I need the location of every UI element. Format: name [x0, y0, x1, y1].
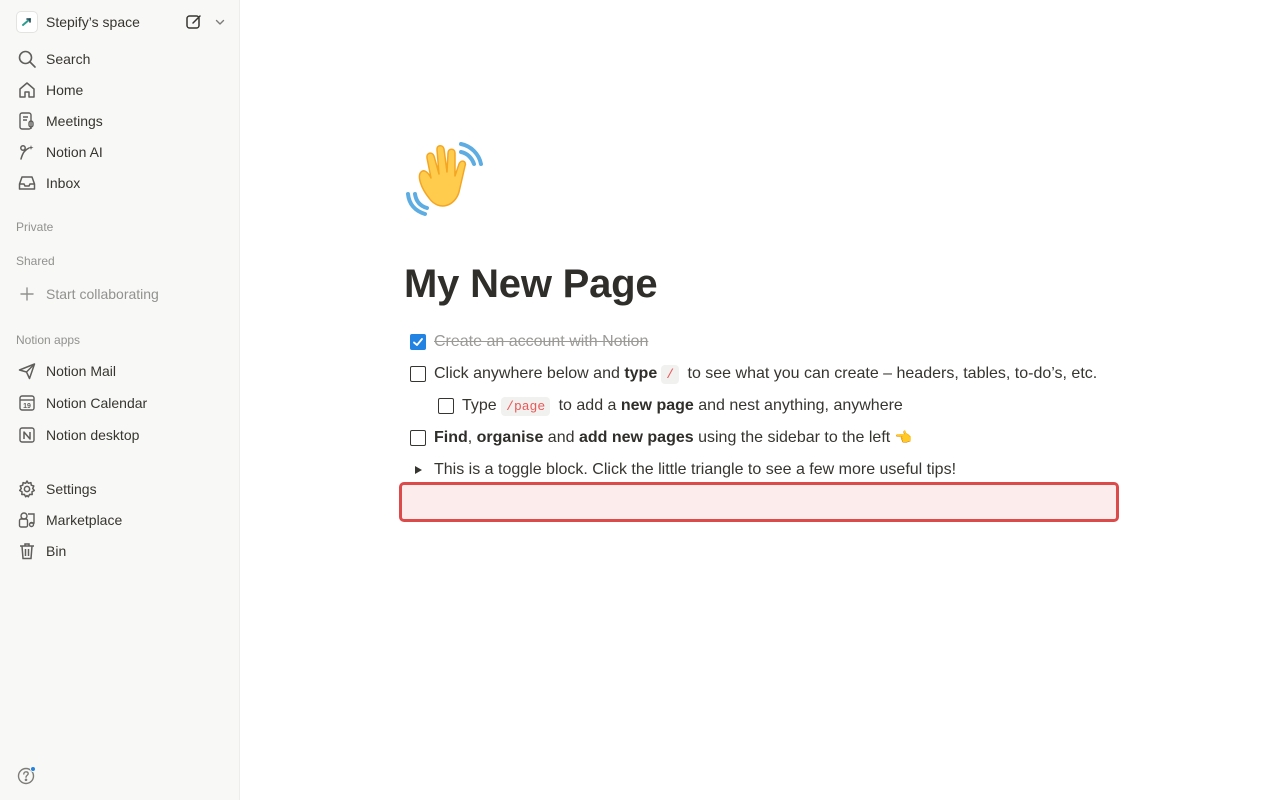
home-icon	[16, 79, 38, 101]
empty-block-highlighted[interactable]	[399, 482, 1119, 522]
sidebar-item-meetings[interactable]: Meetings	[8, 107, 232, 135]
todo-text[interactable]: Click anywhere below and type / to see wh…	[434, 365, 1097, 384]
page-content: My New Page Create an account with Notio…	[240, 0, 1280, 800]
todo-checkbox-checked[interactable]	[410, 334, 426, 350]
page-icon-waving-hand[interactable]	[403, 136, 487, 220]
toggle-triangle-icon[interactable]	[410, 462, 426, 478]
new-page-icon[interactable]	[184, 12, 204, 32]
sidebar-item-label: Notion Calendar	[46, 395, 148, 411]
toggle-block: This is a toggle block. Click the little…	[410, 460, 956, 480]
todo-checkbox[interactable]	[438, 398, 454, 414]
inline-code: /	[661, 365, 680, 384]
start-collaborating-button[interactable]: Start collaborating	[8, 280, 232, 308]
marketplace-icon	[16, 509, 38, 531]
help-button[interactable]	[16, 766, 36, 786]
sidebar-item-label: Home	[46, 82, 84, 98]
svg-text:19: 19	[23, 403, 31, 410]
sidebar-item-bin[interactable]: Bin	[8, 537, 232, 565]
todo-checkbox[interactable]	[410, 366, 426, 382]
calendar-icon: 19	[16, 392, 38, 414]
search-icon	[16, 48, 38, 70]
sidebar-item-notion-mail[interactable]: Notion Mail	[8, 357, 232, 385]
sidebar-item-settings[interactable]: Settings	[8, 475, 232, 503]
gear-icon	[16, 478, 38, 500]
pointing-left-emoji: 👈	[894, 429, 913, 445]
sidebar-item-label: Notion AI	[46, 144, 103, 160]
todo-text[interactable]: Create an account with Notion	[434, 333, 648, 351]
check-icon	[413, 338, 423, 346]
sidebar-item-search[interactable]: Search	[8, 45, 232, 73]
sidebar-item-label: Bin	[46, 543, 67, 559]
sidebar-item-label: Notion desktop	[46, 427, 140, 443]
section-label-shared[interactable]: Shared	[16, 254, 55, 268]
notion-ai-icon	[16, 141, 38, 163]
todo-text[interactable]: Find, organise and add new pages using t…	[434, 429, 912, 447]
sidebar-item-marketplace[interactable]: Marketplace	[8, 506, 232, 534]
section-label-notion-apps[interactable]: Notion apps	[16, 333, 80, 347]
sidebar-item-label: Search	[46, 51, 91, 67]
plus-icon	[16, 283, 38, 305]
sidebar-item-label: Settings	[46, 481, 97, 497]
page-title[interactable]: My New Page	[404, 262, 658, 307]
send-icon	[16, 360, 38, 382]
todo-item-type-page: Type /page to add a new page and nest an…	[438, 396, 903, 416]
toggle-text[interactable]: This is a toggle block. Click the little…	[434, 461, 956, 479]
sidebar-item-label: Meetings	[46, 113, 103, 129]
todo-item-create-account: Create an account with Notion	[410, 332, 648, 352]
trash-icon	[16, 540, 38, 562]
notion-desktop-icon	[16, 424, 38, 446]
todo-checkbox[interactable]	[410, 430, 426, 446]
section-label-private[interactable]: Private	[16, 220, 53, 234]
sidebar: Stepify’s space Search Home Meetings Not…	[0, 0, 240, 800]
meetings-icon	[16, 110, 38, 132]
todo-item-find-organise: Find, organise and add new pages using t…	[410, 428, 912, 448]
sidebar-item-inbox[interactable]: Inbox	[8, 169, 232, 197]
workspace-logo-icon	[16, 11, 38, 33]
sidebar-item-home[interactable]: Home	[8, 76, 232, 104]
workspace-name: Stepify’s space	[46, 14, 140, 30]
sidebar-item-label: Inbox	[46, 175, 81, 191]
sidebar-item-notion-calendar[interactable]: 19 Notion Calendar	[8, 389, 232, 417]
sidebar-item-notion-desktop[interactable]: Notion desktop	[8, 421, 232, 449]
notification-dot	[30, 766, 36, 772]
sidebar-item-label: Notion Mail	[46, 363, 117, 379]
sidebar-item-label: Marketplace	[46, 512, 123, 528]
todo-item-type-slash: Click anywhere below and type / to see wh…	[410, 364, 1097, 384]
inline-code: /page	[501, 397, 551, 416]
chevron-down-icon[interactable]	[210, 12, 230, 32]
sidebar-item-label: Start collaborating	[46, 286, 159, 302]
sidebar-item-notion-ai[interactable]: Notion AI	[8, 138, 232, 166]
inbox-icon	[16, 172, 38, 194]
workspace-switcher[interactable]: Stepify’s space	[8, 8, 232, 36]
todo-text[interactable]: Type /page to add a new page and nest an…	[462, 397, 903, 416]
